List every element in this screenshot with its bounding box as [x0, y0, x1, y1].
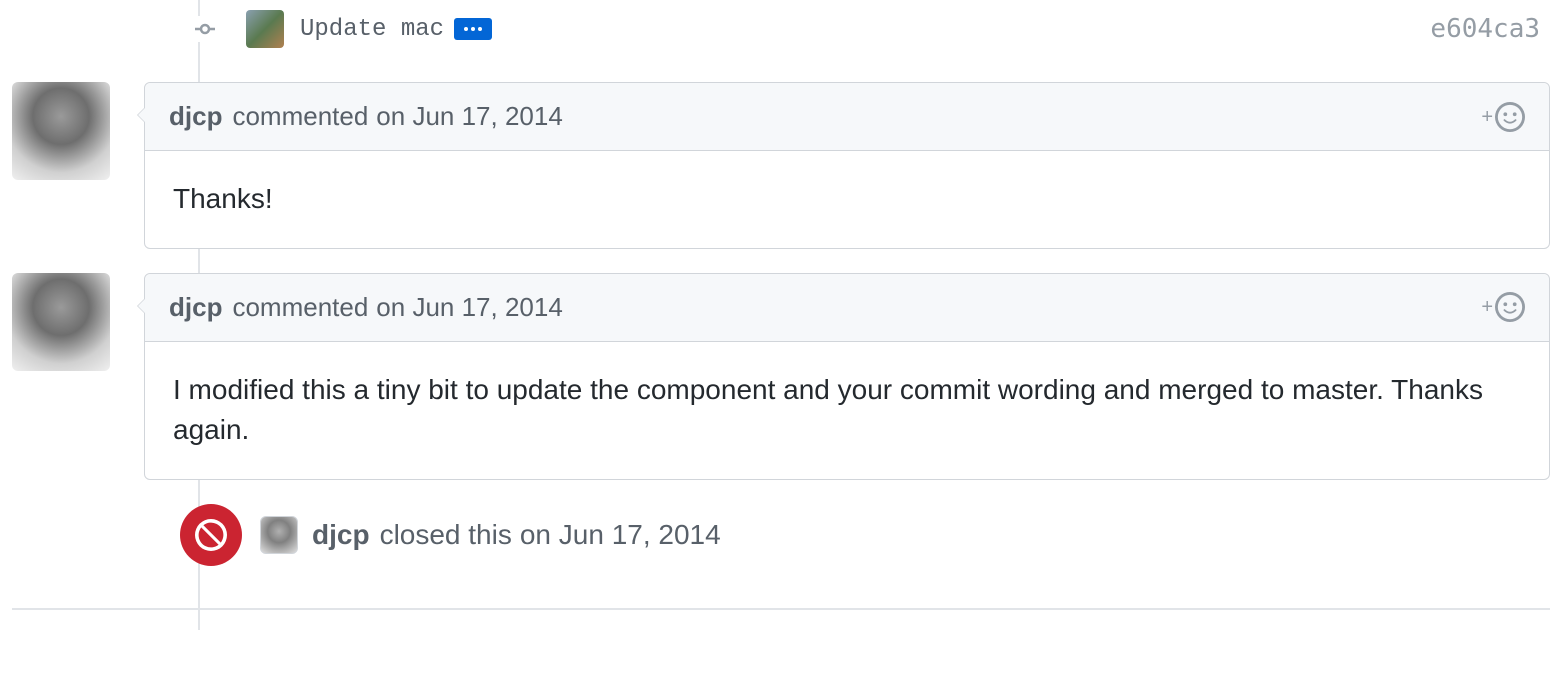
closed-badge	[180, 504, 242, 566]
closed-event-row: djcp closed this on Jun 17, 2014	[12, 480, 1550, 570]
comment-item: djcp commented on Jun 17, 2014 + I modif…	[12, 273, 1550, 480]
comment-body: djcp commented on Jun 17, 2014 + Thanks!	[144, 82, 1550, 249]
event-date-link[interactable]: on Jun 17, 2014	[520, 519, 721, 551]
commit-title-link[interactable]: Update mac	[300, 16, 444, 43]
comment-text: I modified this a tiny bit to update the…	[145, 342, 1549, 479]
add-reaction-button[interactable]: +	[1481, 292, 1525, 322]
circle-slash-icon	[195, 519, 227, 551]
comment-action-text: commented	[232, 101, 368, 132]
commit-reference-row: Update mac e604ca3	[12, 0, 1550, 58]
comment-header: djcp commented on Jun 17, 2014 +	[145, 83, 1549, 151]
commit-author-avatar[interactable]	[246, 10, 284, 48]
comment-item: djcp commented on Jun 17, 2014 + Thanks!	[12, 82, 1550, 249]
event-author-link[interactable]: djcp	[312, 519, 370, 551]
comment-author-link[interactable]: djcp	[169, 292, 222, 323]
event-author-avatar[interactable]	[260, 516, 298, 554]
plus-icon: +	[1481, 107, 1493, 127]
comment-author-link[interactable]: djcp	[169, 101, 222, 132]
smiley-icon	[1495, 102, 1525, 132]
event-action-text: closed this	[380, 519, 512, 551]
comment-date-link[interactable]: on Jun 17, 2014	[376, 292, 563, 323]
expand-commit-button[interactable]	[454, 18, 492, 40]
plus-icon: +	[1481, 297, 1493, 317]
smiley-icon	[1495, 292, 1525, 322]
comment-header: djcp commented on Jun 17, 2014 +	[145, 274, 1549, 342]
comment-text: Thanks!	[145, 151, 1549, 248]
comment-action-text: commented	[232, 292, 368, 323]
comment-author-avatar[interactable]	[12, 82, 110, 180]
section-divider	[12, 608, 1550, 610]
commit-sha-link[interactable]: e604ca3	[1430, 14, 1550, 44]
conversation-timeline: Update mac e604ca3 djcp commented on Jun…	[0, 0, 1562, 630]
comment-body: djcp commented on Jun 17, 2014 + I modif…	[144, 273, 1550, 480]
commit-icon	[192, 16, 218, 42]
comment-date-link[interactable]: on Jun 17, 2014	[376, 101, 563, 132]
comment-author-avatar[interactable]	[12, 273, 110, 371]
add-reaction-button[interactable]: +	[1481, 102, 1525, 132]
